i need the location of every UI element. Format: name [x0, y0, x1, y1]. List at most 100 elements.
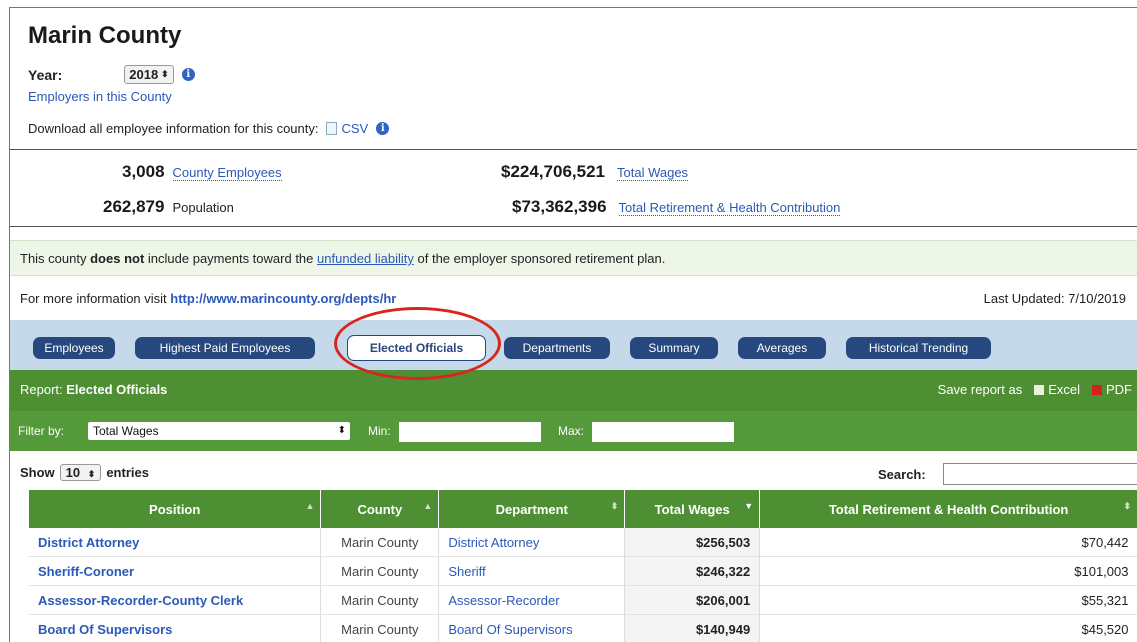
retirement-cell: $70,442: [760, 528, 1137, 557]
page-size-value: 10: [66, 465, 80, 480]
sort-both-icon: ⬍: [1123, 501, 1131, 512]
report-bar: Report: Elected Officials Save report as…: [10, 370, 1137, 411]
stats-box: 3,008 County Employees 262,879 Populatio…: [10, 149, 1137, 227]
officials-table: Position▲ County▲ Department⬍ Total Wage…: [29, 490, 1137, 642]
table-row: Board Of Supervisors Marin County Board …: [29, 615, 1137, 642]
year-value: 2018: [129, 67, 158, 82]
stat-wages-number: $224,706,521: [501, 162, 605, 182]
filter-selected-value: Total Wages: [93, 424, 159, 438]
employers-link[interactable]: Employers in this County: [28, 89, 172, 104]
hr-website-link[interactable]: http://www.marincounty.org/depts/hr: [170, 291, 396, 306]
department-link[interactable]: Board Of Supervisors: [439, 615, 625, 642]
sort-desc-icon: ▼: [744, 501, 753, 511]
info-icon[interactable]: i: [182, 68, 195, 81]
search-label: Search:: [878, 467, 926, 482]
year-select[interactable]: 2018 ⬍: [124, 65, 173, 84]
table-header-row: Position▲ County▲ Department⬍ Total Wage…: [29, 490, 1137, 528]
stat-employees-number: 3,008: [122, 162, 165, 182]
tab-summary[interactable]: Summary: [630, 337, 718, 359]
wages-cell: $246,322: [625, 557, 760, 586]
notice-text: include payments toward the: [148, 251, 313, 266]
position-link[interactable]: Sheriff-Coroner: [29, 557, 321, 586]
position-link[interactable]: Assessor-Recorder-County Clerk: [29, 586, 321, 615]
filter-bar: Filter by: Total Wages ⬍ Min: Max:: [10, 411, 1137, 451]
department-link[interactable]: District Attorney: [439, 528, 625, 557]
tab-highest-paid-employees[interactable]: Highest Paid Employees: [135, 337, 315, 359]
filter-select[interactable]: Total Wages ⬍: [88, 422, 350, 440]
column-header-total-retirement[interactable]: Total Retirement & Health Contribution⬍: [760, 490, 1137, 528]
column-header-position[interactable]: Position▲: [29, 490, 321, 528]
min-input[interactable]: [399, 422, 541, 442]
entries-label: entries: [106, 465, 149, 480]
max-input[interactable]: [592, 422, 734, 442]
min-label: Min:: [368, 424, 391, 438]
report-name: Elected Officials: [66, 382, 167, 397]
sort-asc-icon: ▲: [305, 501, 314, 511]
show-label: Show: [20, 465, 55, 480]
department-link[interactable]: Sheriff: [439, 557, 625, 586]
stat-population: 262,879 Population: [103, 197, 234, 217]
stat-retirement: $73,362,396 Total Retirement & Health Co…: [512, 197, 840, 217]
tab-historical-trending[interactable]: Historical Trending: [846, 337, 991, 359]
more-info: For more information visit http://www.ma…: [20, 291, 396, 306]
wages-cell: $206,001: [625, 586, 760, 615]
sort-asc-icon: ▲: [423, 501, 432, 511]
population-label: Population: [172, 200, 233, 215]
table-row: Sheriff-Coroner Marin County Sheriff $24…: [29, 557, 1137, 586]
retirement-cell: $101,003: [760, 557, 1137, 586]
max-label: Max:: [558, 424, 584, 438]
select-arrows-icon: ⬍: [161, 69, 169, 80]
report-label: Report:: [20, 382, 63, 397]
stat-wages: $224,706,521 Total Wages: [501, 162, 688, 182]
notice-bold: does not: [90, 251, 144, 266]
tab-elected-officials[interactable]: Elected Officials: [347, 335, 486, 361]
filter-label: Filter by:: [18, 424, 64, 438]
stat-population-number: 262,879: [103, 197, 164, 217]
unfunded-liability-notice: This county does not include payments to…: [10, 240, 1137, 276]
excel-link[interactable]: Excel: [1048, 382, 1080, 397]
save-report-label: Save report as: [938, 382, 1023, 397]
document-icon: [326, 122, 337, 135]
search-input[interactable]: [943, 463, 1137, 485]
page-frame: Marin County Year: 2018 ⬍ i Employers in…: [9, 7, 1137, 642]
tab-averages[interactable]: Averages: [738, 337, 826, 359]
notice-text: This county: [20, 251, 86, 266]
pdf-icon: [1092, 385, 1102, 395]
notice-text: of the employer sponsored retirement pla…: [418, 251, 666, 266]
stat-retirement-number: $73,362,396: [512, 197, 607, 217]
column-header-total-wages[interactable]: Total Wages▼: [625, 490, 760, 528]
county-cell: Marin County: [321, 586, 439, 615]
column-header-department[interactable]: Department⬍: [439, 490, 625, 528]
wages-cell: $256,503: [625, 528, 760, 557]
position-link[interactable]: Board Of Supervisors: [29, 615, 321, 642]
tab-departments[interactable]: Departments: [504, 337, 610, 359]
info-icon[interactable]: i: [376, 122, 389, 135]
select-arrows-icon: ⬍: [88, 469, 96, 479]
retirement-cell: $55,321: [760, 586, 1137, 615]
wages-cell: $140,949: [625, 615, 760, 642]
unfunded-liability-link[interactable]: unfunded liability: [317, 251, 414, 266]
year-row: Year: 2018 ⬍ i: [28, 65, 195, 84]
county-employees-link[interactable]: County Employees: [173, 165, 282, 181]
county-cell: Marin County: [321, 528, 439, 557]
tab-employees[interactable]: Employees: [33, 337, 115, 359]
last-updated: Last Updated: 7/10/2019: [984, 291, 1126, 306]
csv-link[interactable]: CSV: [341, 121, 368, 136]
save-report: Save report as Excel PDF: [938, 382, 1132, 397]
select-arrows-icon: ⬍: [338, 422, 346, 440]
year-label: Year:: [28, 67, 62, 83]
download-row: Download all employee information for th…: [28, 121, 389, 136]
pdf-link[interactable]: PDF: [1106, 382, 1132, 397]
department-link[interactable]: Assessor-Recorder: [439, 586, 625, 615]
total-wages-link[interactable]: Total Wages: [617, 165, 688, 181]
position-link[interactable]: District Attorney: [29, 528, 321, 557]
total-retirement-link[interactable]: Total Retirement & Health Contribution: [619, 200, 841, 216]
page-title: Marin County: [28, 22, 181, 50]
download-label: Download all employee information for th…: [28, 121, 318, 136]
retirement-cell: $45,520: [760, 615, 1137, 642]
table-row: Assessor-Recorder-County Clerk Marin Cou…: [29, 586, 1137, 615]
column-header-county[interactable]: County▲: [321, 490, 439, 528]
county-cell: Marin County: [321, 557, 439, 586]
report-tabs: Employees Highest Paid Employees Elected…: [10, 320, 1137, 370]
page-size-select[interactable]: 10 ⬍: [60, 464, 102, 481]
